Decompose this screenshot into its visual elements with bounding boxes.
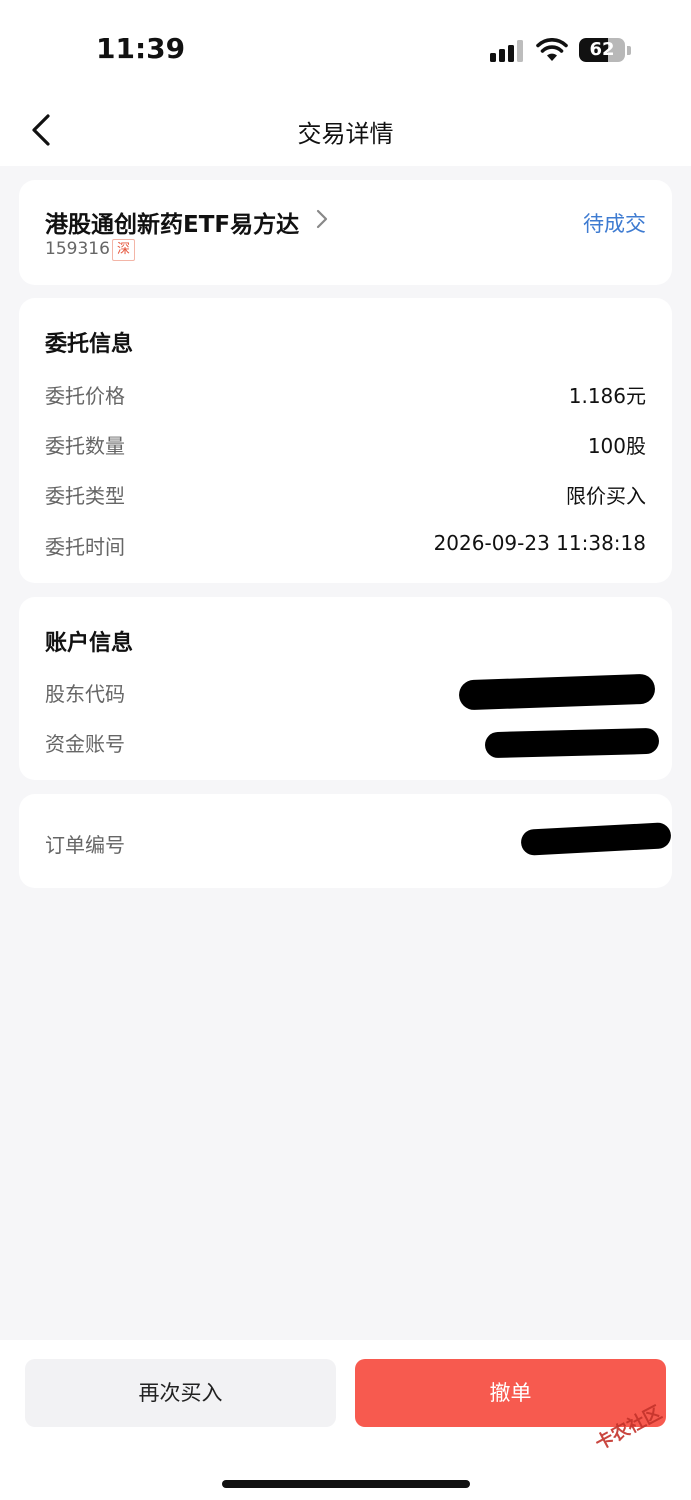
- order-status: 待成交: [583, 212, 646, 236]
- order-info-card: 委托信息 委托价格 1.186元 委托数量 100股 委托类型 限价买入 委托时…: [19, 298, 672, 583]
- stock-name[interactable]: 港股通创新药ETF易方达: [45, 205, 299, 239]
- fund-account-label: 资金账号: [45, 732, 125, 756]
- fund-account-redaction: [484, 727, 660, 759]
- cellular-signal-icon: [490, 40, 523, 62]
- bottom-action-bar: 再次买入 撤单: [0, 1340, 691, 1500]
- stock-code: 159316: [45, 239, 110, 259]
- order-quantity-label: 委托数量: [45, 434, 125, 458]
- order-number-card: 订单编号: [19, 794, 672, 888]
- battery-level: 62: [589, 39, 615, 60]
- order-price-value: 1.186元: [568, 384, 646, 408]
- home-indicator[interactable]: [222, 1480, 470, 1488]
- shareholder-code-redaction: [458, 673, 656, 711]
- order-number-redaction: [520, 822, 672, 856]
- page-title: 交易详情: [297, 120, 394, 148]
- status-time: 11:39: [96, 32, 186, 65]
- nav-bar: 交易详情: [0, 100, 691, 166]
- order-time-value: 2026-09-23 11:38:18: [433, 531, 646, 555]
- order-price-label: 委托价格: [45, 384, 125, 408]
- battery-icon: 62: [579, 38, 625, 62]
- shareholder-code-label: 股东代码: [45, 682, 125, 706]
- order-number-label: 订单编号: [45, 833, 125, 857]
- order-quantity-value: 100股: [587, 434, 646, 458]
- stock-card[interactable]: 港股通创新药ETF易方达 159316 深 待成交: [19, 180, 672, 285]
- battery-cap: [627, 46, 631, 55]
- order-time-label: 委托时间: [45, 535, 125, 559]
- chevron-right-icon[interactable]: [315, 208, 329, 230]
- wifi-icon: [536, 38, 568, 61]
- status-bar: 11:39 62: [0, 0, 691, 100]
- rebuy-button[interactable]: 再次买入: [25, 1359, 336, 1427]
- order-type-label: 委托类型: [45, 484, 125, 508]
- account-info-title: 账户信息: [45, 631, 134, 656]
- order-info-title: 委托信息: [45, 332, 134, 357]
- order-type-value: 限价买入: [566, 484, 646, 508]
- account-info-card: 账户信息 股东代码 资金账号: [19, 597, 672, 780]
- market-badge: 深: [112, 239, 135, 261]
